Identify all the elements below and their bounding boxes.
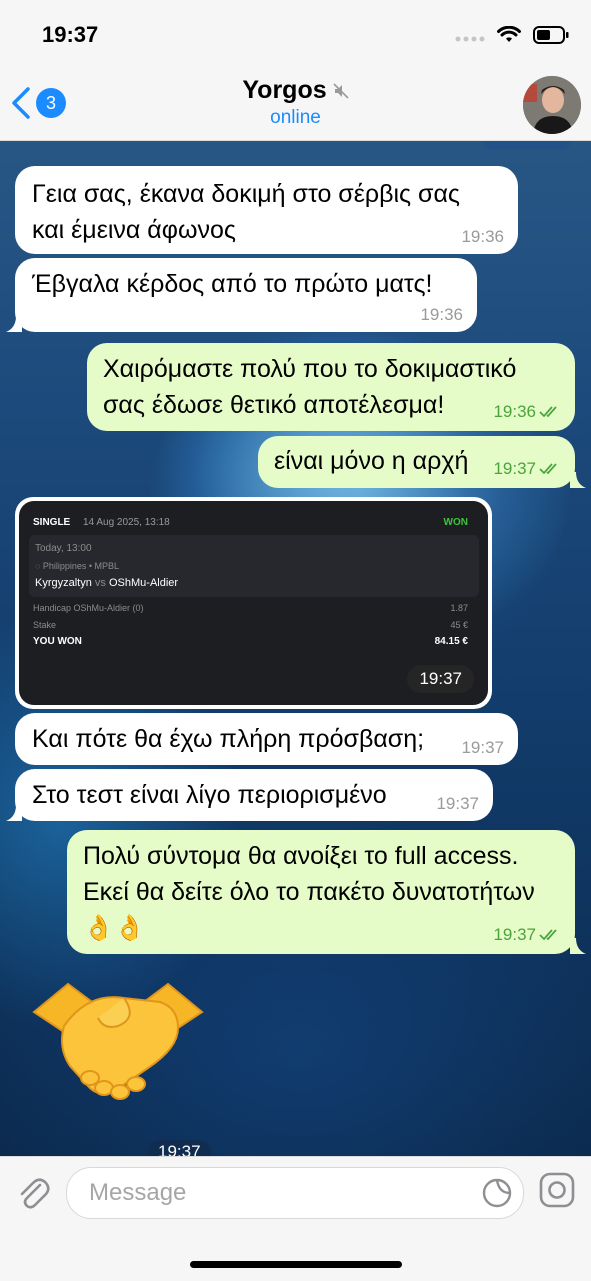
muted-icon bbox=[333, 82, 349, 99]
handshake-icon bbox=[32, 982, 204, 1100]
message-meta: 19:37 bbox=[493, 926, 561, 944]
globe-icon: ◌ bbox=[35, 561, 43, 571]
bet-odds: 1.87 bbox=[450, 603, 468, 613]
double-check-icon bbox=[539, 929, 557, 941]
message-time: 19:37 bbox=[493, 925, 536, 944]
event-teams: Kyrgyzaltyn vs OShMu-Aldier bbox=[35, 577, 179, 589]
message-time: 19:36 bbox=[493, 402, 536, 421]
message-time: 19:37 bbox=[436, 794, 479, 813]
bubble-tail bbox=[6, 316, 22, 332]
bet-market: Handicap OShMu-Aldier (0) bbox=[33, 603, 144, 613]
message-input[interactable] bbox=[87, 1176, 471, 1210]
message-text: είναι μόνο η αρχή bbox=[274, 447, 469, 475]
message-bubble-outgoing[interactable]: Πολύ σύντομα θα ανοίξει το full access. … bbox=[67, 830, 575, 954]
message-text: Έβγαλα κέρδος από το πρώτο ματς! bbox=[32, 270, 433, 298]
message-bubble-incoming[interactable]: Γεια σας, έκανα δοκιμή στο σέρβις σας κα… bbox=[15, 166, 518, 254]
camera-icon[interactable] bbox=[538, 1171, 576, 1209]
status-time: 19:37 bbox=[42, 22, 99, 47]
avatar-image bbox=[523, 76, 581, 134]
contact-name: Yorgos bbox=[242, 76, 327, 104]
home-indicator bbox=[190, 1261, 402, 1268]
message-bubble-outgoing[interactable]: Χαιρόμαστε πολύ που το δοκιμαστικό σας έ… bbox=[87, 343, 575, 431]
payout-value: 84.15 € bbox=[434, 636, 468, 647]
stake-label: Stake bbox=[33, 620, 57, 630]
message-meta: 19:36 bbox=[493, 403, 561, 421]
handshake-sticker[interactable] bbox=[28, 978, 208, 1108]
stake-value: 45 € bbox=[450, 620, 468, 630]
sticker-icon[interactable] bbox=[481, 1177, 513, 1209]
bubble-tail bbox=[570, 938, 586, 954]
message-bubble-incoming[interactable]: Στο τεστ είναι λίγο περιορισμένο 19:37 bbox=[15, 769, 493, 821]
event-league: ◌ Philippines • MPBL bbox=[35, 561, 120, 571]
bet-event-panel: Today, 13:00 ◌ Philippines • MPBL Kyrgyz… bbox=[29, 535, 479, 597]
signal-icon bbox=[455, 36, 485, 42]
bet-slip-card: SINGLE 14 Aug 2025, 13:18 WON Today, 13:… bbox=[19, 501, 488, 705]
battery-icon bbox=[533, 26, 569, 44]
status-icons bbox=[455, 26, 569, 44]
message-bubble-incoming[interactable]: Έβγαλα κέρδος από το πρώτο ματς! 19:36 bbox=[15, 258, 477, 332]
chat-title[interactable]: Yorgos online bbox=[0, 76, 591, 129]
message-time: 19:36 bbox=[420, 305, 463, 324]
bet-type: SINGLE bbox=[33, 517, 71, 528]
status-bar: 19:37 bbox=[0, 0, 591, 70]
message-time: 19:37 bbox=[461, 738, 504, 757]
contact-avatar[interactable] bbox=[523, 76, 581, 134]
wifi-icon bbox=[497, 26, 521, 42]
message-text: Στο τεστ είναι λίγο περιορισμένο bbox=[32, 781, 387, 809]
chat-header: 3 Yorgos online bbox=[0, 70, 591, 141]
double-check-icon bbox=[539, 463, 557, 475]
image-time: 19:37 bbox=[407, 665, 474, 693]
message-bubble-outgoing[interactable]: είναι μόνο η αρχή 19:37 bbox=[258, 436, 575, 488]
message-text: Πολύ σύντομα θα ανοίξει το full access. … bbox=[83, 842, 535, 942]
event-time: Today, 13:00 bbox=[35, 543, 92, 554]
message-meta: 19:37 bbox=[493, 460, 561, 478]
message-bubble-incoming[interactable]: Και πότε θα έχω πλήρη πρόσβαση; 19:37 bbox=[15, 713, 518, 765]
double-check-icon bbox=[539, 406, 557, 418]
you-won-label: YOU WON bbox=[33, 636, 82, 647]
contact-status: online bbox=[270, 107, 321, 128]
message-input-bar bbox=[0, 1156, 591, 1281]
paperclip-icon[interactable] bbox=[14, 1173, 52, 1211]
message-time: 19:36 bbox=[461, 227, 504, 246]
message-field bbox=[66, 1167, 524, 1219]
bet-result: WON bbox=[443, 517, 468, 528]
bubble-tail bbox=[6, 805, 22, 821]
message-text: Και πότε θα έχω πλήρη πρόσβαση; bbox=[32, 725, 425, 753]
message-time: 19:37 bbox=[493, 459, 536, 478]
image-message-bet-slip[interactable]: SINGLE 14 Aug 2025, 13:18 WON Today, 13:… bbox=[15, 497, 492, 709]
bet-date: 14 Aug 2025, 13:18 bbox=[83, 517, 170, 528]
message-text: Γεια σας, έκανα δοκιμή στο σέρβις σας κα… bbox=[32, 180, 460, 244]
bubble-tail bbox=[570, 472, 586, 488]
